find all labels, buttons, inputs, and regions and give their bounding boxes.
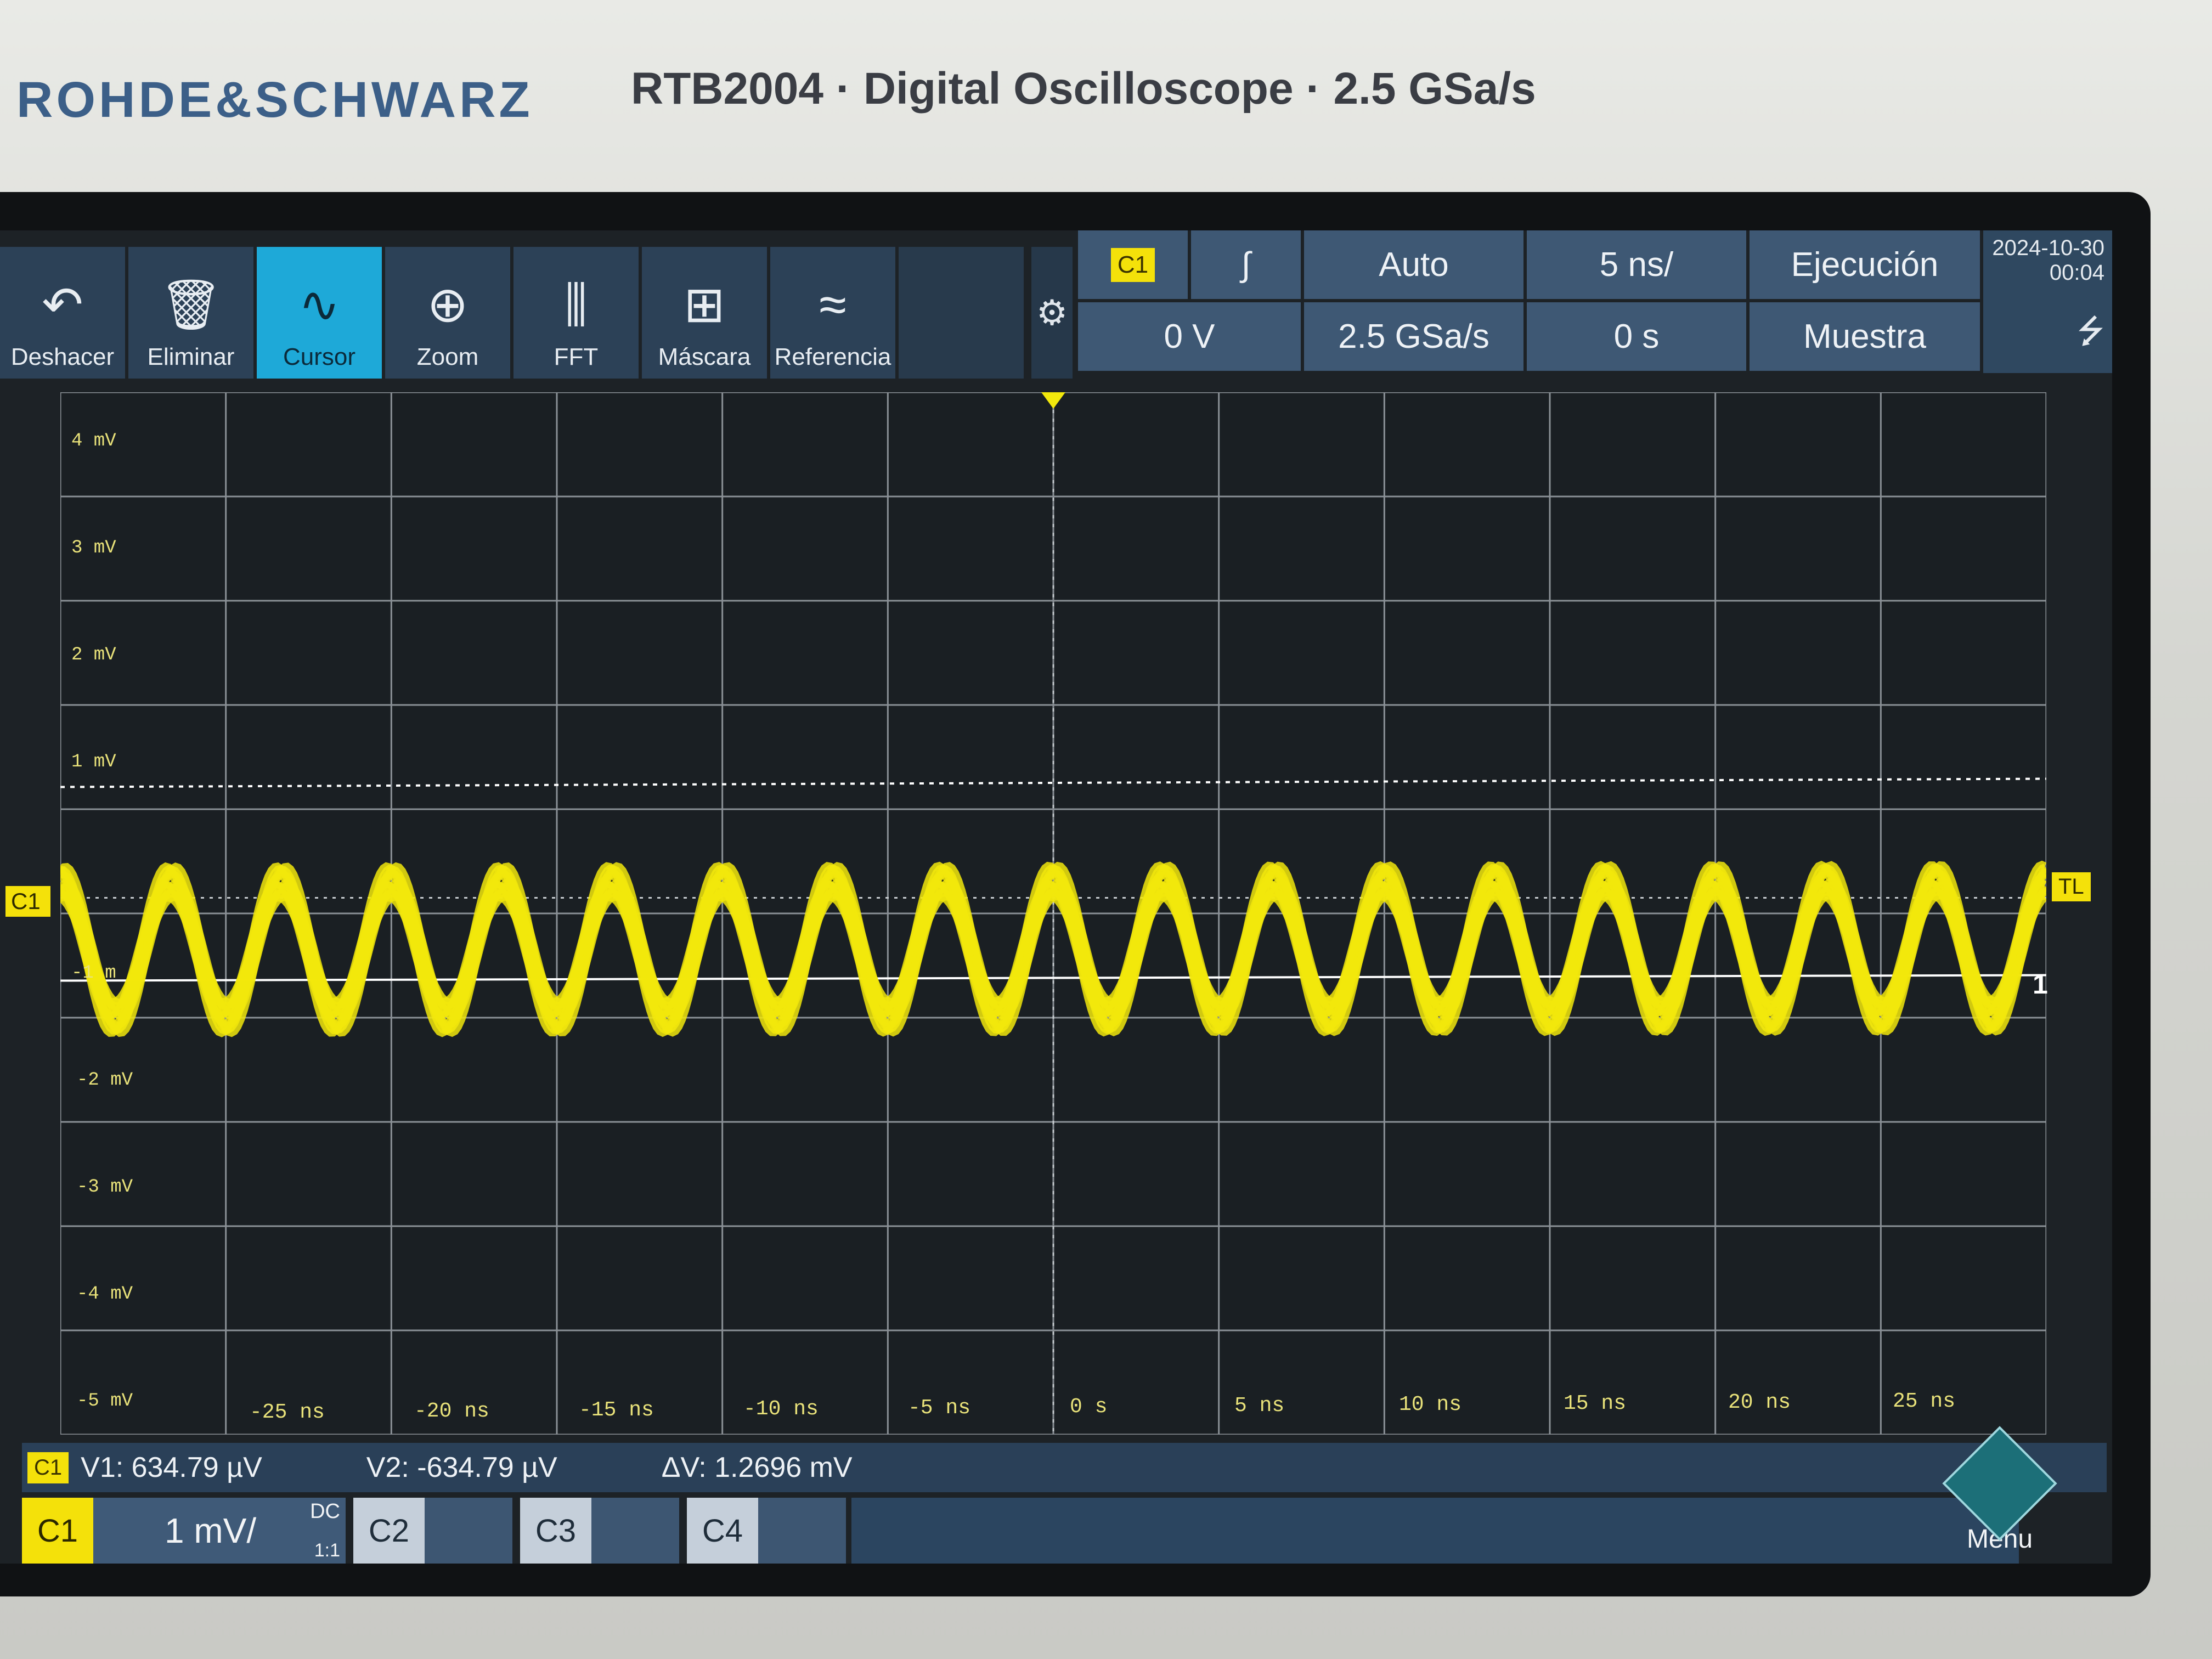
reference-button[interactable]: ≈ Referencia xyxy=(770,247,895,379)
y-tick-label: 2 mV xyxy=(71,645,116,665)
brand-logo: ROHDE&SCHWARZ xyxy=(16,72,533,128)
channel-4-scale[interactable] xyxy=(758,1498,846,1564)
zoom-button[interactable]: ⊕ Zoom xyxy=(385,247,510,379)
x-tick-label: 20 ns xyxy=(1728,1391,1791,1414)
x-tick-label: -25 ns xyxy=(250,1401,325,1424)
reference-icon: ≈ xyxy=(819,278,847,332)
model-description: RTB2004 · Digital Oscilloscope · 2.5 GSa… xyxy=(631,64,1536,114)
mask-icon: ⊞ xyxy=(684,278,725,332)
trigger-source-cell[interactable]: C1 xyxy=(1078,230,1188,299)
trigger-level[interactable]: 0 V xyxy=(1078,302,1301,371)
y-tick-label: -4 mV xyxy=(77,1284,133,1305)
x-tick-label: -5 ns xyxy=(908,1396,971,1420)
cursor-readout: C1 V1: 634.79 µV V2: -634.79 µV ΔV: 1.26… xyxy=(22,1443,2107,1492)
channel-1-scale[interactable]: 1 mV/ DC 1:1 xyxy=(93,1498,346,1564)
channel-1-coupling: DC xyxy=(310,1500,340,1523)
x-tick-label: -20 ns xyxy=(414,1400,489,1423)
cursor-v1-value: V1: 634.79 µV xyxy=(81,1452,262,1483)
y-tick-label: -1 m xyxy=(71,963,116,984)
rising-edge-icon: ∫ xyxy=(1241,246,1251,284)
cursor-wave-icon: ∿ xyxy=(298,278,340,332)
x-tick-label: 0 s xyxy=(1070,1395,1108,1419)
instrument-bezel: ROHDE&SCHWARZ RTB2004 · Digital Oscillos… xyxy=(0,0,2212,1659)
trash-icon: 🗑 xyxy=(159,278,223,332)
waveform-plot[interactable]: 4 mV 3 mV 2 mV 1 mV -1 m -2 mV -3 mV -4 … xyxy=(60,392,2048,1435)
channel-4-button[interactable]: C4 xyxy=(687,1498,758,1564)
date-text: 2024-10-30 xyxy=(1992,236,2104,260)
cursor-1-label[interactable]: 1 xyxy=(2033,968,2048,1000)
undo-icon: ↶ xyxy=(42,278,83,332)
cursor-label: Cursor xyxy=(283,343,356,370)
x-tick-label: 10 ns xyxy=(1399,1393,1462,1417)
delete-button[interactable]: 🗑 Eliminar xyxy=(128,247,253,379)
x-tick-label: -15 ns xyxy=(579,1398,654,1422)
cursor-delta-value: ΔV: 1.2696 mV xyxy=(661,1452,853,1483)
readout-channel-chip: C1 xyxy=(27,1452,69,1483)
channel-3-scale[interactable] xyxy=(591,1498,679,1564)
y-tick-label: 3 mV xyxy=(71,538,116,558)
channel-2-button[interactable]: C2 xyxy=(353,1498,425,1564)
channel-1-offset-marker[interactable]: C1 xyxy=(5,886,50,917)
channel-2-scale[interactable] xyxy=(425,1498,512,1564)
zoom-icon: ⊕ xyxy=(427,278,469,332)
x-tick-label: 5 ns xyxy=(1234,1394,1285,1418)
y-tick-label: -3 mV xyxy=(77,1177,133,1198)
status-panel: C1 ∫ Auto 5 ns/ Ejecución 0 V 2.5 GSa/s … xyxy=(1078,230,1980,373)
channel-3-button[interactable]: C3 xyxy=(520,1498,591,1564)
undo-button[interactable]: ↶ Deshacer xyxy=(0,247,125,379)
time-offset[interactable]: 0 s xyxy=(1527,302,1746,371)
mask-button[interactable]: ⊞ Máscara xyxy=(642,247,767,379)
delete-label: Eliminar xyxy=(147,343,235,370)
run-state[interactable]: Ejecución xyxy=(1750,230,1980,299)
trigger-level-marker[interactable]: TL xyxy=(2052,872,2091,901)
cursor-button[interactable]: ∿ Cursor xyxy=(257,247,382,379)
menu-button[interactable]: Menu xyxy=(1931,1426,2068,1564)
reference-label: Referencia xyxy=(774,343,891,370)
y-tick-label: -2 mV xyxy=(77,1070,133,1091)
fft-button[interactable]: ⫼ FFT xyxy=(514,247,639,379)
channel-1-probe-ratio: 1:1 xyxy=(314,1540,340,1561)
acquisition-mode[interactable]: Muestra xyxy=(1750,302,1980,371)
y-tick-label: -5 mV xyxy=(77,1391,133,1412)
oscilloscope-screen: ↶ Deshacer 🗑 Eliminar ∿ Cursor ⊕ Zoom ⫼ … xyxy=(0,230,2112,1564)
x-tick-label: 15 ns xyxy=(1564,1392,1627,1415)
channel-bar: C1 1 mV/ DC 1:1 C2 C3 C4 xyxy=(22,1498,2019,1564)
toolbar: ↶ Deshacer 🗑 Eliminar ∿ Cursor ⊕ Zoom ⫼ … xyxy=(0,247,1027,379)
date-time-box: 2024-10-30 00:04 ⭍ xyxy=(1983,230,2112,373)
time-per-div[interactable]: 5 ns/ xyxy=(1527,230,1746,299)
x-tick-label: 25 ns xyxy=(1893,1390,1956,1413)
empty-toolbar-slot[interactable] xyxy=(899,247,1024,379)
channel-1-volts-per-div: 1 mV/ xyxy=(165,1511,257,1550)
settings-gear-icon[interactable]: ⚙ xyxy=(1031,247,1073,379)
mask-label: Máscara xyxy=(658,343,751,370)
trigger-mode[interactable]: Auto xyxy=(1304,230,1523,299)
undo-label: Deshacer xyxy=(10,343,115,370)
x-tick-label: -10 ns xyxy=(743,1397,819,1421)
cursor-v2-value: V2: -634.79 µV xyxy=(366,1452,557,1483)
waveform-canvas xyxy=(60,392,2046,1435)
usb-icon: ⭍ xyxy=(2077,313,2104,349)
fft-icon: ⫼ xyxy=(565,278,588,332)
channel-1-button[interactable]: C1 xyxy=(22,1498,93,1564)
trigger-source-chip: C1 xyxy=(1110,247,1155,282)
fft-label: FFT xyxy=(554,343,599,370)
time-text: 00:04 xyxy=(2049,261,2104,285)
zoom-label: Zoom xyxy=(416,343,479,370)
y-tick-label: 1 mV xyxy=(71,752,116,772)
sample-rate[interactable]: 2.5 GSa/s xyxy=(1304,302,1523,371)
y-tick-label: 4 mV xyxy=(71,431,116,452)
trigger-slope-cell[interactable]: ∫ xyxy=(1191,230,1301,299)
channel-bar-spacer xyxy=(851,1498,2019,1564)
